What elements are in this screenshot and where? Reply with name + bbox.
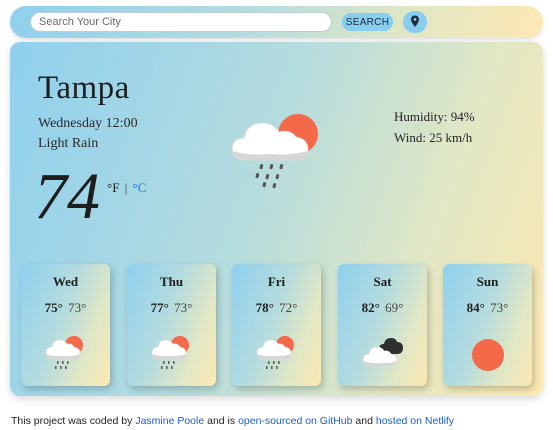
forecast-day: Fri [267,274,286,289]
date-time: Wednesday 12:00 [38,116,138,131]
forecast-low: 73° [68,300,87,315]
forecast-high: 77° [150,300,169,315]
fahrenheit-link[interactable]: °F [107,180,119,195]
forecast-day: Sun [476,274,499,289]
forecast-low: 73° [174,300,193,315]
forecast-day-card: Sun 84° 73° [443,264,532,386]
footer-text: and [355,415,373,427]
forecast-high: 82° [361,300,380,315]
forecast-low: 73° [490,300,509,315]
forecast-day-card: Sat 82° 69° [338,264,427,386]
forecast-day-card: Fri 78° 72° [232,264,321,386]
map-pin-icon [411,15,419,27]
search-bar: SEARCH [10,6,543,38]
forecast-temps: 82° 69° [338,300,427,316]
cloudy-icon [362,338,403,367]
forecast-day: Wed [52,274,79,289]
footer: This project was coded by Jasmine Poole … [11,415,454,427]
forecast-day-card: Thu 77° 73° [127,264,216,386]
unit-toggle: °F | °C [107,180,146,196]
search-input[interactable] [30,12,332,32]
location-button[interactable] [403,11,427,33]
forecast-temps: 77° 73° [127,300,216,316]
weather-description: Light Rain [38,136,99,151]
weather-card: Tampa Wednesday 12:00 Light Rain 74 °F |… [10,42,543,396]
rain-cloud-sun-icon [256,336,294,369]
current-temperature: 74 [34,160,100,233]
forecast-temps: 78° 72° [232,300,321,316]
forecast-temps: 84° 73° [443,300,532,316]
rain-cloud-sun-icon [151,336,189,369]
forecast-high: 78° [255,300,274,315]
forecast-high: 84° [466,300,485,315]
forecast-day: Thu [159,274,184,289]
rain-cloud-sun-icon [45,336,83,369]
forecast-day-card: Wed 75° 73° [21,264,110,386]
rain-cloud-sun-icon [231,114,318,189]
sun-icon [472,339,504,371]
footer-text: This project was coded by [11,415,133,427]
forecast-day: Sat [373,274,392,289]
search-button[interactable]: SEARCH [342,13,393,31]
forecast-low: 69° [385,300,404,315]
forecast-high: 75° [44,300,63,315]
forecast-low: 72° [279,300,298,315]
wind-speed: Wind: 25 km/h [394,130,473,145]
netlify-link[interactable]: hosted on Netlify [376,415,454,427]
city-name: Tampa [38,70,130,106]
celsius-link[interactable]: °C [133,180,147,195]
footer-text: and is [207,415,236,427]
github-link[interactable]: open-sourced on GitHub [238,415,352,427]
unit-separator: | [124,180,128,195]
humidity: Humidity: 94% [394,109,475,124]
author-link[interactable]: Jasmine Poole [135,415,204,427]
forecast-temps: 75° 73° [21,300,110,316]
